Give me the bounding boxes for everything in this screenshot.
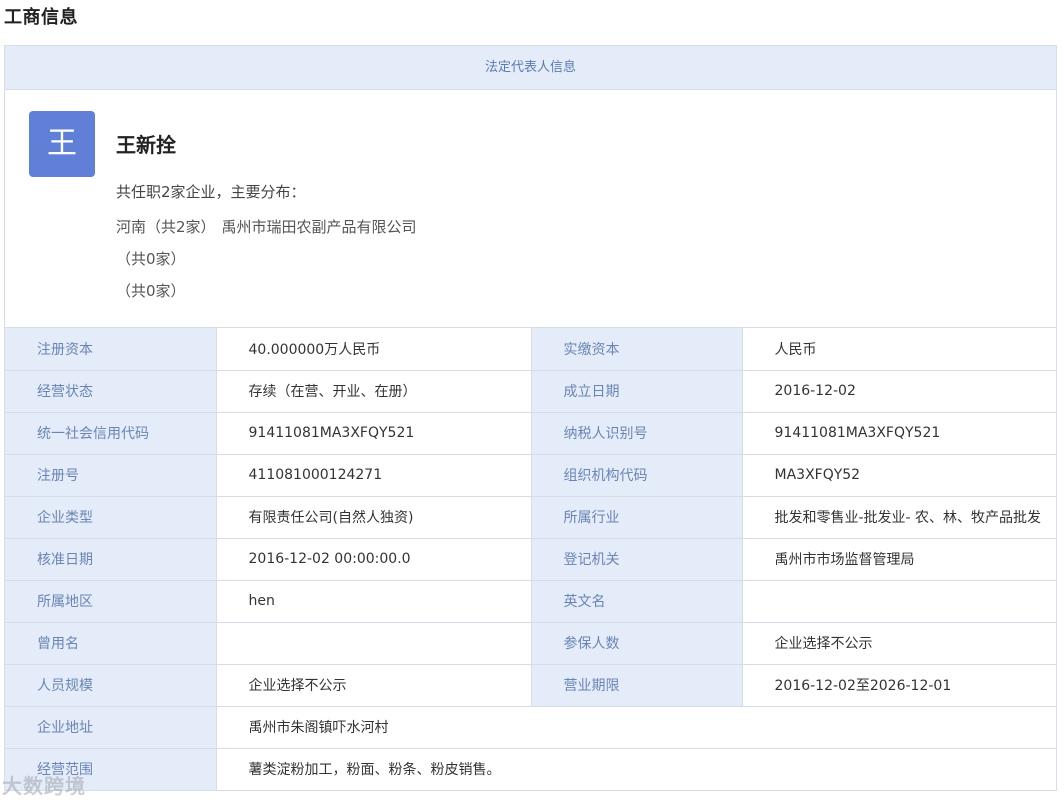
distribution-item: （共0家）	[116, 248, 186, 269]
field-value: 2016-12-02	[741, 369, 1057, 413]
table-row: 人员规模 企业选择不公示 营业期限 2016-12-02至2026-12-01	[5, 663, 1057, 707]
field-value: 存续（在营、开业、在册）	[215, 369, 532, 413]
field-value: 411081000124271	[215, 453, 532, 497]
field-label: 组织机构代码	[530, 453, 743, 497]
panel-header: 法定代表人信息	[5, 46, 1056, 90]
field-value: 2016-12-02至2026-12-01	[741, 663, 1057, 707]
company-link[interactable]: 禹州市瑞田农副产品有限公司	[222, 218, 417, 236]
table-row: 经营范围 薯类淀粉加工，粉面、粉条、粉皮销售。	[5, 747, 1057, 791]
field-value: 2016-12-02 00:00:00.0	[215, 537, 532, 581]
field-value: 批发和零售业-批发业- 农、林、牧产品批发	[741, 495, 1057, 539]
field-value: MA3XFQY52	[741, 453, 1057, 497]
field-label: 参保人数	[530, 621, 743, 665]
field-label: 纳税人识别号	[530, 411, 743, 455]
table-row: 企业地址 禹州市朱阁镇吓水河村	[5, 705, 1057, 749]
field-label: 成立日期	[530, 369, 743, 413]
page-title: 工商信息	[4, 7, 78, 28]
watermark: 大数跨境	[2, 774, 86, 798]
distribution-region: 河南（共2家）	[116, 218, 216, 236]
table-row: 曾用名 参保人数 企业选择不公示	[5, 621, 1057, 665]
rep-name-link[interactable]: 王新拴	[116, 129, 176, 158]
table-row: 注册资本 40.000000万人民币 实缴资本 人民币	[5, 328, 1057, 371]
business-info-table: 注册资本 40.000000万人民币 实缴资本 人民币 经营状态 存续（在营、开业、在册）…	[5, 328, 1057, 791]
table-row: 核准日期 2016-12-02 00:00:00.0 登记机关 禹州市市场监督管理局	[5, 537, 1057, 581]
distribution-region: （共0家）	[116, 282, 186, 300]
field-value: hen	[215, 579, 532, 623]
table-row: 企业类型 有限责任公司(自然人独资) 所属行业 批发和零售业-批发业- 农、林、牧产品…	[5, 495, 1057, 539]
field-value: 薯类淀粉加工，粉面、粉条、粉皮销售。	[215, 747, 1057, 791]
field-label: 企业类型	[5, 495, 217, 539]
field-label: 实缴资本	[530, 328, 743, 371]
table-row: 统一社会信用代码 91411081MA3XFQY521 纳税人识别号 91411081…	[5, 411, 1057, 455]
field-label: 曾用名	[5, 621, 217, 665]
table-row: 经营状态 存续（在营、开业、在册） 成立日期 2016-12-02	[5, 369, 1057, 413]
field-value: 91411081MA3XFQY521	[741, 411, 1057, 455]
distribution-item: （共0家）	[116, 280, 186, 301]
field-value: 禹州市朱阁镇吓水河村	[215, 705, 1057, 749]
distribution-item: 河南（共2家） 禹州市瑞田农副产品有限公司	[116, 216, 417, 237]
field-label: 注册号	[5, 453, 217, 497]
table-row: 注册号 411081000124271 组织机构代码 MA3XFQY52	[5, 453, 1057, 497]
field-label: 所属行业	[530, 495, 743, 539]
business-info-panel: 法定代表人信息 王 王新拴 共任职2家企业，主要分布： 河南（共2家） 禹州市瑞田…	[4, 45, 1057, 791]
field-label: 登记机关	[530, 537, 743, 581]
field-value	[741, 579, 1057, 623]
field-label: 核准日期	[5, 537, 217, 581]
field-value: 40.000000万人民币	[215, 328, 532, 371]
field-label: 营业期限	[530, 663, 743, 707]
avatar: 王	[29, 111, 95, 177]
legal-rep-section: 王 王新拴 共任职2家企业，主要分布： 河南（共2家） 禹州市瑞田农副产品有限公司…	[5, 90, 1056, 328]
distribution-region: （共0家）	[116, 250, 186, 268]
field-value: 有限责任公司(自然人独资)	[215, 495, 532, 539]
field-label: 企业地址	[5, 705, 217, 749]
field-label: 人员规模	[5, 663, 217, 707]
field-value: 企业选择不公示	[215, 663, 532, 707]
field-label: 经营状态	[5, 369, 217, 413]
field-label: 统一社会信用代码	[5, 411, 217, 455]
field-value: 企业选择不公示	[741, 621, 1057, 665]
table-row: 所属地区 hen 英文名	[5, 579, 1057, 623]
field-value: 91411081MA3XFQY521	[215, 411, 532, 455]
field-label: 注册资本	[5, 328, 217, 371]
field-value: 人民币	[741, 328, 1057, 371]
field-label: 英文名	[530, 579, 743, 623]
field-value: 禹州市市场监督管理局	[741, 537, 1057, 581]
rep-summary: 共任职2家企业，主要分布：	[116, 183, 306, 201]
field-value	[215, 621, 532, 665]
field-label: 所属地区	[5, 579, 217, 623]
